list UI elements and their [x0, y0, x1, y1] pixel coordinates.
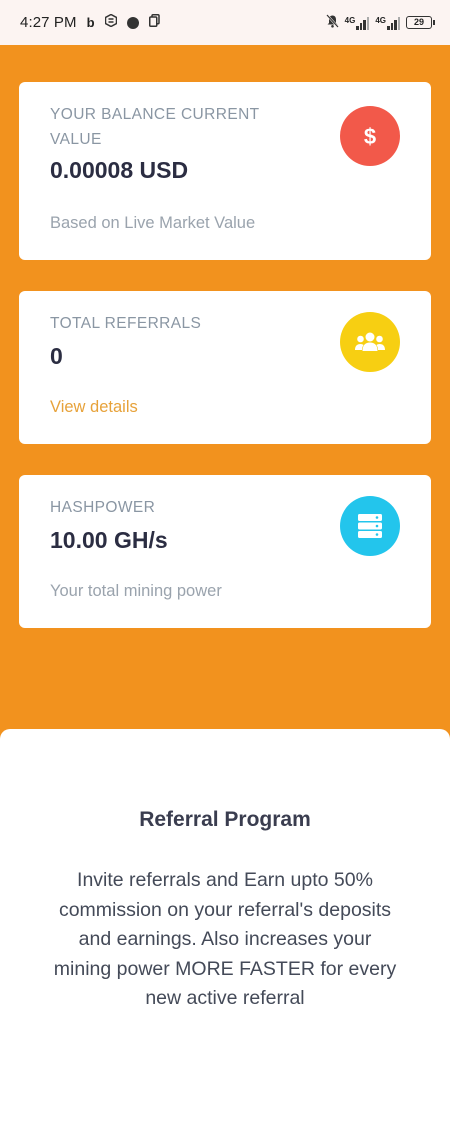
b-app-icon: b [86, 15, 95, 30]
referral-program-title: Referral Program [139, 808, 311, 831]
balance-label: YOUR BALANCE CURRENT VALUE [50, 106, 260, 148]
svg-text:$: $ [364, 124, 376, 149]
referral-program-text: Invite referrals and Earn upto 50% commi… [53, 869, 397, 1009]
server-icon [340, 496, 400, 556]
signal-bars-icon [356, 16, 370, 30]
dot-icon [126, 16, 139, 29]
referral-program-panel: Referral Program Invite referrals and Ea… [0, 729, 450, 1129]
dashboard: YOUR BALANCE CURRENT VALUE 0.00008 USD B… [0, 45, 450, 1129]
status-time: 4:27 PM [20, 14, 77, 31]
balance-value: 0.00008 USD [50, 157, 189, 183]
view-details-link[interactable]: View details [50, 398, 138, 417]
hashpower-value: 10.00 GH/s [50, 527, 168, 553]
copy-icon [148, 14, 160, 31]
balance-sub: Based on Live Market Value [50, 214, 256, 232]
referrals-value: 0 [50, 343, 63, 369]
signal-2: 4G [375, 16, 400, 30]
mute-bell-icon [325, 14, 339, 31]
referrals-label: TOTAL REFERRALS [50, 315, 202, 332]
dollar-icon: $ [340, 106, 400, 166]
signal-1: 4G [345, 16, 370, 30]
battery-icon: 29 [406, 16, 435, 29]
hashpower-label: HASHPOWER [50, 499, 156, 516]
coin-app-icon [104, 13, 117, 31]
signal-bars-icon [387, 16, 400, 30]
balance-card: YOUR BALANCE CURRENT VALUE 0.00008 USD B… [19, 82, 431, 260]
referrals-card: TOTAL REFERRALS 0 View details [19, 291, 431, 444]
hashpower-sub: Your total mining power [50, 582, 222, 600]
status-bar: 4:27 PM b 4G 4G 29 [0, 0, 450, 45]
users-icon [340, 312, 400, 372]
hashpower-card: HASHPOWER 10.00 GH/s Your total mining p… [19, 475, 431, 628]
